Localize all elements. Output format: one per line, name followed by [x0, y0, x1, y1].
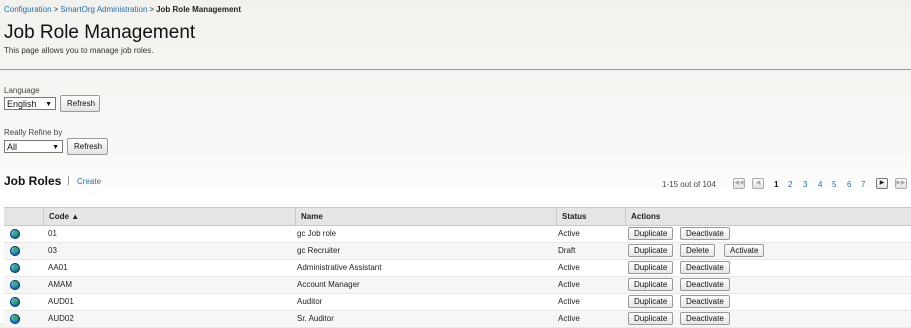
language-select-value: English: [7, 99, 37, 109]
actions-column-header: Actions: [625, 208, 911, 225]
globe-icon: [10, 263, 20, 273]
duplicate-button[interactable]: Duplicate: [628, 244, 674, 257]
globe-icon: [10, 280, 20, 290]
page-link-6[interactable]: 6: [847, 180, 851, 189]
language-refresh-button[interactable]: Refresh: [60, 95, 100, 112]
create-link[interactable]: Create: [77, 177, 101, 186]
refine-select-value: All: [7, 142, 18, 152]
role-code-link[interactable]: AUD02: [48, 311, 74, 327]
delete-button[interactable]: Delete: [680, 244, 716, 257]
role-status: Draft: [558, 246, 576, 255]
page-link-7[interactable]: 7: [861, 180, 865, 189]
refine-refresh-button[interactable]: Refresh: [67, 138, 108, 155]
role-name: Administrative Assistant: [297, 263, 382, 272]
globe-icon: [10, 229, 20, 239]
role-code-link[interactable]: AUD01: [48, 294, 74, 310]
role-status: Active: [558, 297, 580, 306]
breadcrumb-smartorg-administration[interactable]: SmartOrg Administration: [60, 5, 147, 14]
role-name: gc Recruiter: [297, 246, 341, 255]
duplicate-button[interactable]: Duplicate: [628, 278, 674, 291]
role-status: Active: [558, 280, 580, 289]
section-title: Job Roles: [4, 174, 62, 188]
role-code-link[interactable]: AA01: [48, 260, 68, 276]
deactivate-button[interactable]: Deactivate: [680, 278, 730, 291]
role-name: Account Manager: [297, 280, 360, 289]
role-name: Auditor: [297, 297, 323, 306]
deactivate-button[interactable]: Deactivate: [680, 227, 730, 240]
role-status: Active: [558, 314, 580, 323]
page-link-1[interactable]: 1: [774, 180, 778, 189]
breadcrumb-separator: >: [53, 5, 59, 14]
table-row: AMAM Account Manager Active Duplicate De…: [4, 277, 911, 294]
role-name: Sr. Auditor: [297, 314, 334, 323]
left-arrow-icon[interactable]: ◀: [752, 178, 764, 189]
status-column-header[interactable]: Status: [556, 208, 625, 225]
breadcrumb: Configuration > SmartOrg Administration > Jo…: [4, 5, 241, 14]
table-row: AA01 Administrative Assistant Active Dup…: [4, 260, 911, 277]
refine-select[interactable]: All ▼: [4, 140, 63, 153]
table-row: 01 gc Job role Active Duplicate Deactiva…: [4, 226, 911, 243]
table-row: AUD02 Sr. Auditor Active Duplicate Deact…: [4, 311, 911, 328]
page-title: Job Role Management: [4, 22, 196, 43]
pagination-summary: 1-15 out of 104: [662, 180, 716, 189]
deactivate-button[interactable]: Deactivate: [680, 312, 730, 325]
code-column-header[interactable]: Code ▲: [43, 208, 295, 225]
page-link-4[interactable]: 4: [818, 180, 822, 189]
breadcrumb-current: Job Role Management: [156, 5, 241, 14]
right-arrow-icon[interactable]: ▶: [876, 178, 888, 189]
job-roles-table: Code ▲ Name Status Actions 01 gc Job rol…: [4, 207, 911, 328]
globe-icon: [10, 297, 20, 307]
breadcrumb-configuration[interactable]: Configuration: [4, 5, 52, 14]
page-link-2[interactable]: 2: [788, 180, 792, 189]
role-code-link[interactable]: 01: [48, 226, 57, 242]
duplicate-button[interactable]: Duplicate: [628, 261, 674, 274]
duplicate-button[interactable]: Duplicate: [628, 312, 674, 325]
page-description: This page allows you to manage job roles…: [4, 46, 154, 55]
language-label: Language: [4, 86, 40, 95]
role-status: Active: [558, 229, 580, 238]
table-row: AUD01 Auditor Active Duplicate Deactivat…: [4, 294, 911, 311]
chevron-down-icon: ▼: [52, 144, 59, 151]
refine-label: Really Refine by: [4, 128, 63, 137]
chevron-down-icon: ▼: [45, 101, 52, 108]
duplicate-button[interactable]: Duplicate: [628, 295, 674, 308]
role-code-link[interactable]: AMAM: [48, 277, 72, 293]
page-link-3[interactable]: 3: [803, 180, 807, 189]
globe-icon: [10, 246, 20, 256]
role-name: gc Job role: [297, 229, 337, 238]
role-code-link[interactable]: 03: [48, 243, 57, 259]
breadcrumb-separator: >: [149, 5, 155, 14]
deactivate-button[interactable]: Deactivate: [680, 261, 730, 274]
deactivate-button[interactable]: Deactivate: [680, 295, 730, 308]
language-select[interactable]: English ▼: [4, 97, 56, 110]
name-column-header[interactable]: Name: [295, 208, 556, 225]
double-right-arrow-icon[interactable]: ▶▶: [895, 178, 907, 189]
section-divider: [68, 176, 69, 185]
header-divider: [0, 69, 911, 70]
duplicate-button[interactable]: Duplicate: [628, 227, 674, 240]
icon-column-header: [4, 208, 43, 225]
page-link-5[interactable]: 5: [832, 180, 836, 189]
table-header: Code ▲ Name Status Actions: [4, 207, 911, 226]
activate-button[interactable]: Activate: [724, 244, 765, 257]
table-row: 03 gc Recruiter Draft Duplicate Delete A…: [4, 243, 911, 260]
role-status: Active: [558, 263, 580, 272]
double-left-arrow-icon[interactable]: ◀◀: [733, 178, 745, 189]
